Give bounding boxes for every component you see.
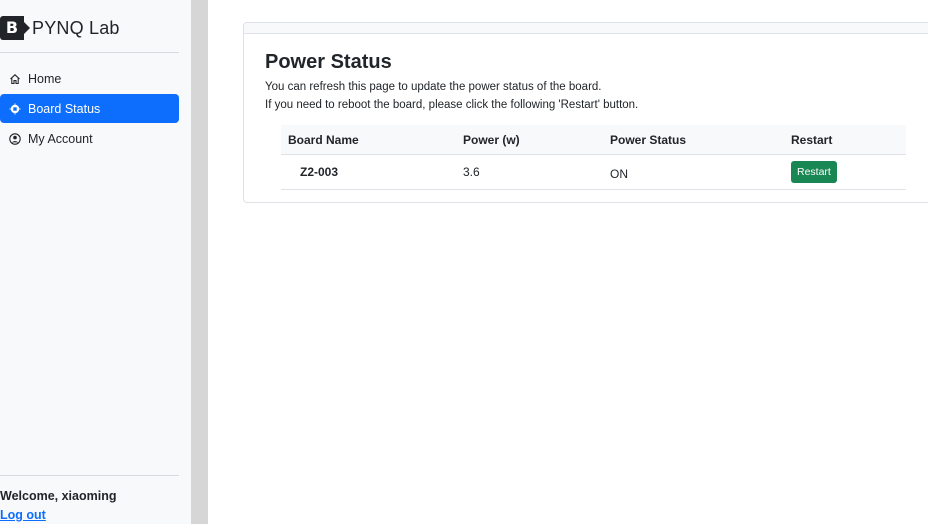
home-icon	[8, 72, 22, 86]
sidebar-item-board-status[interactable]: Board Status	[0, 94, 179, 123]
user-circle-icon	[8, 132, 22, 146]
column-header-restart: Restart	[791, 132, 833, 147]
sidebar-item-label: My Account	[28, 131, 93, 146]
logout-link[interactable]: Log out	[0, 508, 46, 522]
column-header-board-name: Board Name	[288, 132, 359, 147]
sidebar-divider-bottom	[0, 475, 179, 476]
sidebar-item-label: Home	[28, 71, 62, 86]
restart-cell: Restart	[791, 155, 837, 189]
brand-logo-icon: B	[0, 16, 30, 40]
sidebar-gutter	[191, 0, 208, 524]
sidebar-nav: Home Board Status My Account	[0, 64, 179, 154]
card-header	[244, 23, 928, 34]
column-header-power: Power (w)	[463, 132, 520, 147]
board-name-cell: Z2-003	[300, 165, 339, 179]
sidebar-item-label: Board Status	[28, 101, 101, 116]
column-header-power-status: Power Status	[610, 132, 687, 147]
sidebar-item-my-account[interactable]: My Account	[0, 124, 179, 153]
page-title: Power Status	[265, 51, 392, 73]
brand-name: PYNQ Lab	[32, 17, 120, 38]
table-header-row: Board Name Power (w) Power Status Restar…	[281, 125, 906, 155]
sidebar: B PYNQ Lab Home Board Status My Account …	[0, 0, 191, 524]
welcome-text: Welcome, xiaoming	[0, 489, 117, 503]
sidebar-divider-top	[0, 52, 179, 53]
description-restart: If you need to reboot the board, please …	[265, 99, 639, 111]
restart-button[interactable]: Restart	[791, 161, 837, 183]
power-cell: 3.6	[463, 165, 480, 179]
brand[interactable]: B PYNQ Lab	[0, 14, 120, 42]
power-status-cell: ON	[610, 167, 628, 181]
description-refresh: You can refresh this page to update the …	[265, 81, 602, 93]
cpu-icon	[8, 102, 22, 116]
sidebar-item-home[interactable]: Home	[0, 64, 179, 93]
table-row: Z2-003 3.6 ON Restart	[281, 155, 906, 190]
power-table: Board Name Power (w) Power Status Restar…	[281, 125, 906, 190]
power-status-card: Power Status You can refresh this page t…	[243, 22, 928, 203]
